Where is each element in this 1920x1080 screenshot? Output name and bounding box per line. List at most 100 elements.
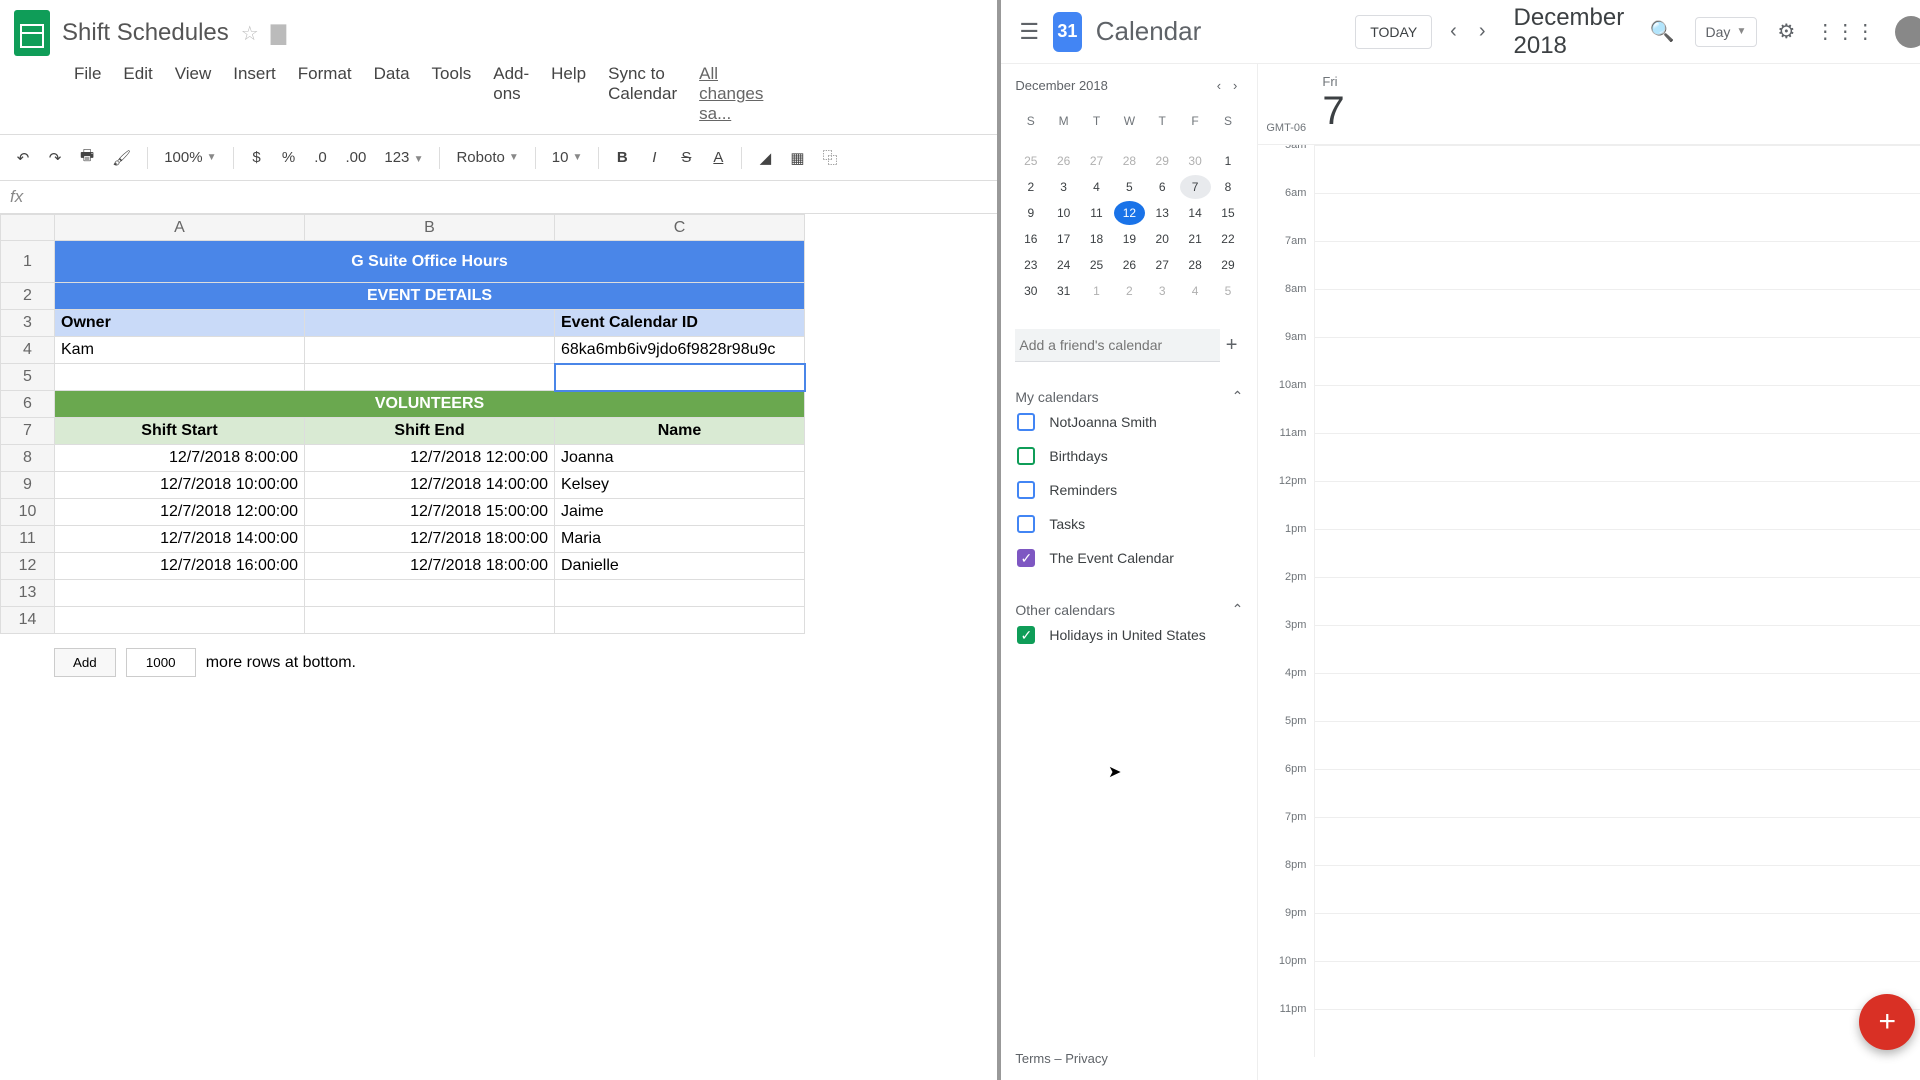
zoom-select[interactable]: 100%▼	[158, 147, 222, 168]
cell-owner[interactable]: Kam	[55, 337, 305, 364]
mini-next-icon[interactable]: ›	[1227, 78, 1243, 93]
cell-title[interactable]: G Suite Office Hours	[55, 241, 805, 283]
cell[interactable]: Maria	[555, 526, 805, 553]
mini-day[interactable]: 4	[1180, 279, 1211, 303]
hour-row[interactable]: 3pm	[1258, 625, 1920, 673]
save-status[interactable]: All changes sa...	[699, 64, 983, 124]
menu-file[interactable]: File	[74, 64, 101, 124]
hour-cell[interactable]	[1314, 241, 1920, 289]
hour-cell[interactable]	[1314, 625, 1920, 673]
cell[interactable]: 12/7/2018 14:00:00	[305, 472, 555, 499]
mini-day[interactable]: 5	[1213, 279, 1244, 303]
hour-cell[interactable]	[1314, 481, 1920, 529]
cell[interactable]	[55, 607, 305, 634]
menu-help[interactable]: Help	[551, 64, 586, 124]
search-icon[interactable]: 🔍	[1650, 19, 1675, 44]
view-select[interactable]: Day▼	[1695, 17, 1758, 47]
hour-cell[interactable]	[1314, 433, 1920, 481]
cell[interactable]: 12/7/2018 18:00:00	[305, 553, 555, 580]
cell[interactable]	[555, 580, 805, 607]
cell-event-details[interactable]: EVENT DETAILS	[55, 283, 805, 310]
undo-icon[interactable]: ↶	[10, 145, 36, 171]
bold-button[interactable]: B	[609, 145, 635, 170]
mini-day[interactable]: 20	[1147, 227, 1178, 251]
account-avatar[interactable]	[1895, 16, 1920, 48]
hour-cell[interactable]	[1314, 577, 1920, 625]
mini-day[interactable]: 26	[1114, 253, 1145, 277]
col-header-c[interactable]: C	[555, 215, 805, 241]
add-friend-input[interactable]	[1015, 329, 1219, 362]
cell[interactable]: 12/7/2018 15:00:00	[305, 499, 555, 526]
cell[interactable]: 12/7/2018 16:00:00	[55, 553, 305, 580]
sheets-logo-icon[interactable]	[14, 10, 50, 56]
mini-day[interactable]: 12	[1114, 201, 1145, 225]
cell[interactable]	[305, 337, 555, 364]
strike-button[interactable]: S	[673, 145, 699, 170]
merge-icon[interactable]: ⿻	[817, 143, 844, 172]
cell[interactable]: Kelsey	[555, 472, 805, 499]
folder-icon[interactable]: ▇	[271, 21, 286, 46]
mini-day[interactable]: 2	[1114, 279, 1145, 303]
calendar-item[interactable]: Birthdays	[1015, 439, 1243, 473]
row-header[interactable]: 9	[1, 472, 55, 499]
settings-icon[interactable]: ⚙	[1777, 19, 1795, 44]
selected-cell[interactable]	[555, 364, 805, 391]
hour-row[interactable]: 5pm	[1258, 721, 1920, 769]
col-header-a[interactable]: A	[55, 215, 305, 241]
mini-day[interactable]: 3	[1147, 279, 1178, 303]
hour-cell[interactable]	[1314, 817, 1920, 865]
mini-day[interactable]: 25	[1015, 149, 1046, 173]
doc-title[interactable]: Shift Schedules	[62, 19, 229, 47]
day-grid[interactable]: 5am6am7am8am9am10am11am12pm1pm2pm3pm4pm5…	[1258, 145, 1920, 1080]
hour-cell[interactable]	[1314, 913, 1920, 961]
hour-row[interactable]: 1pm	[1258, 529, 1920, 577]
calendar-checkbox[interactable]	[1017, 447, 1035, 465]
increase-decimal[interactable]: .00	[340, 145, 373, 170]
calendar-item[interactable]: Reminders	[1015, 473, 1243, 507]
hour-row[interactable]: 6pm	[1258, 769, 1920, 817]
cell[interactable]	[305, 580, 555, 607]
format-currency[interactable]: $	[244, 145, 270, 170]
hour-row[interactable]: 12pm	[1258, 481, 1920, 529]
calendar-item[interactable]: Tasks	[1015, 507, 1243, 541]
hour-row[interactable]: 7pm	[1258, 817, 1920, 865]
calendar-checkbox[interactable]	[1017, 413, 1035, 431]
hour-row[interactable]: 6am	[1258, 193, 1920, 241]
row-header[interactable]: 13	[1, 580, 55, 607]
row-header[interactable]: 8	[1, 445, 55, 472]
hour-row[interactable]: 10pm	[1258, 961, 1920, 1009]
mini-calendar-days[interactable]: 2526272829301234567891011121314151617181…	[1015, 149, 1243, 303]
cell-owner-hdr[interactable]: Owner	[55, 310, 305, 337]
font-select[interactable]: Roboto▼	[450, 147, 524, 168]
mini-day[interactable]: 13	[1147, 201, 1178, 225]
today-button[interactable]: TODAY	[1355, 15, 1432, 49]
calendar-checkbox[interactable]: ✓	[1017, 626, 1035, 644]
fill-color-icon[interactable]: ◢	[752, 145, 778, 171]
select-all-corner[interactable]	[1, 215, 55, 241]
add-rows-input[interactable]	[126, 648, 196, 677]
menu-edit[interactable]: Edit	[123, 64, 152, 124]
cell-event-id[interactable]: 68ka6mb6iv9jdo6f9828r98u9c	[555, 337, 805, 364]
hour-row[interactable]: 9pm	[1258, 913, 1920, 961]
hour-row[interactable]: 11pm	[1258, 1009, 1920, 1057]
mini-day[interactable]: 4	[1081, 175, 1112, 199]
star-icon[interactable]: ☆	[241, 21, 259, 46]
mini-day[interactable]: 26	[1048, 149, 1079, 173]
mini-day[interactable]: 10	[1048, 201, 1079, 225]
borders-icon[interactable]: ▦	[784, 145, 810, 171]
mini-day[interactable]: 6	[1147, 175, 1178, 199]
format-percent[interactable]: %	[276, 145, 302, 170]
footer-links[interactable]: Terms – Privacy	[1015, 1031, 1243, 1066]
hour-cell[interactable]	[1314, 865, 1920, 913]
mini-day[interactable]: 28	[1180, 253, 1211, 277]
row-header[interactable]: 7	[1, 418, 55, 445]
mini-day[interactable]: 1	[1081, 279, 1112, 303]
hour-cell[interactable]	[1314, 385, 1920, 433]
hour-cell[interactable]	[1314, 673, 1920, 721]
hour-row[interactable]: 7am	[1258, 241, 1920, 289]
italic-button[interactable]: I	[641, 145, 667, 170]
cell-event-cal-hdr[interactable]: Event Calendar ID	[555, 310, 805, 337]
menu-addons[interactable]: Add-ons	[493, 64, 529, 124]
cell[interactable]	[555, 607, 805, 634]
row-header[interactable]: 4	[1, 337, 55, 364]
